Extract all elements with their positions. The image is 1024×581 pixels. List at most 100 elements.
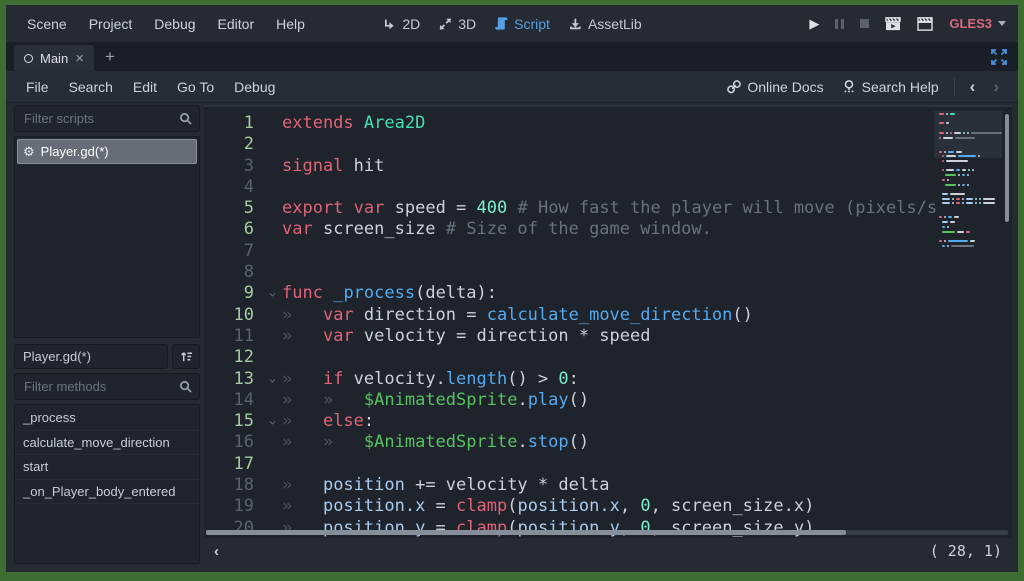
filter-methods-input[interactable] [22,378,179,395]
minimap[interactable] [937,111,999,261]
code-line[interactable]: 15›» else: [204,411,1012,432]
minimap-line-segment [954,216,959,218]
scene-tab-main[interactable]: Main × [14,45,94,71]
script-menu-edit[interactable]: Edit [123,79,167,95]
play-scene-button[interactable] [885,17,901,31]
workspace-script-button[interactable]: Script [485,16,559,32]
pause-button[interactable] [835,19,844,29]
code-line[interactable]: 18» position += velocity * delta [204,475,1012,496]
fold-spacer [262,347,282,368]
token: += velocity * delta [405,475,610,495]
code-lines[interactable]: 1extends Area2D23signal hit45export var … [204,107,1012,538]
code-line[interactable]: 19» position.x = clamp(position.x, 0, sc… [204,496,1012,517]
token: clamp [456,496,507,516]
script-menu-search[interactable]: Search [59,79,123,95]
code-line[interactable]: 14» » $AnimatedSprite.play() [204,390,1012,411]
token: func [282,283,323,303]
workspace-script-label: Script [514,16,550,32]
workspace-2d-button[interactable]: 2D [373,16,429,32]
line-number: 11 [204,326,262,347]
filter-methods-field[interactable] [14,373,200,400]
stop-button[interactable] [860,19,869,28]
code-line[interactable]: 17 [204,454,1012,475]
history-back-button[interactable]: ‹ [961,77,985,97]
code-line[interactable]: 2 [204,134,1012,155]
minimap-line-segment [955,137,975,139]
vertical-scrollbar[interactable] [1005,114,1009,222]
fold-icon[interactable]: › [262,369,282,390]
line-number: 13 [204,369,262,390]
token: 400 [477,198,508,218]
menu-editor[interactable]: Editor [207,16,266,32]
code-line[interactable]: 12 [204,347,1012,368]
code-line[interactable]: 5export var speed = 400 # How fast the p… [204,198,1012,219]
method-item-process[interactable]: _process [15,406,199,431]
method-item-calculate-move-direction[interactable]: calculate_move_direction [15,431,199,456]
workspace-3d-button[interactable]: 3D [429,16,485,32]
code-line[interactable]: 4 [204,177,1012,198]
script-menu-goto[interactable]: Go To [167,79,224,95]
code-line[interactable]: 10» var direction = calculate_move_direc… [204,305,1012,326]
script-menu-file[interactable]: File [16,79,59,95]
minimap-line-segment [972,169,974,171]
minimap-line-segment [939,216,942,218]
method-item-start[interactable]: start [15,455,199,480]
code-line[interactable]: 8 [204,262,1012,283]
method-item-on-player-body-entered[interactable]: _on_Player_body_entered [15,480,199,505]
code-line[interactable]: 9›func _process(delta): [204,283,1012,304]
fold-icon[interactable]: › [262,283,282,304]
scene-node-icon [24,54,33,63]
token: = [425,496,456,516]
filter-scripts-field[interactable] [14,105,200,132]
code-line[interactable]: 16» » $AnimatedSprite.stop() [204,432,1012,453]
code-line[interactable]: 3signal hit [204,156,1012,177]
code-text: » else: [282,411,1012,432]
workspace-3d-label: 3D [458,16,476,32]
code-line[interactable]: 1extends Area2D [204,113,1012,134]
minimap-line-segment [950,113,955,115]
code-line[interactable]: 11» var velocity = direction * speed [204,326,1012,347]
menu-debug[interactable]: Debug [143,16,206,32]
horizontal-scrollbar[interactable] [206,530,846,535]
minimap-line-segment [945,174,956,176]
script-menu-debug[interactable]: Debug [224,79,285,95]
2d-icon [382,17,396,31]
workspace-assetlib-button[interactable]: AssetLib [559,16,651,32]
token: velocity = direction * speed [354,326,651,346]
history-forward-button[interactable]: › [984,77,1008,97]
token: : [364,411,374,431]
search-help-button[interactable]: Search Help [833,79,948,95]
minimap-line-segment [957,231,965,233]
code-line[interactable]: 6var screen_size # Size of the game wind… [204,219,1012,240]
minimap-line-segment [945,184,956,186]
close-icon[interactable]: × [75,51,84,66]
distraction-free-mode-button[interactable] [991,49,1007,65]
token: calculate_move_direction [487,305,733,325]
fold-spacer [262,219,282,240]
token: _process [333,283,415,303]
minimap-line-segment [979,198,981,200]
code-line[interactable]: 7 [204,241,1012,262]
script-item-label: Player.gd(*) [41,144,109,159]
code-editor[interactable]: 1extends Area2D23signal hit45export var … [204,105,1012,564]
filter-scripts-input[interactable] [22,110,179,127]
fold-spacer [262,156,282,177]
minimap-line-segment [970,240,975,242]
play-custom-scene-button[interactable] [917,17,933,31]
menu-help[interactable]: Help [265,16,316,32]
line-number: 15 [204,411,262,432]
menu-project[interactable]: Project [78,16,144,32]
search-help-label: Search Help [862,79,939,95]
video-driver-select[interactable]: GLES3 [949,16,1006,31]
toggle-scripts-panel-button[interactable]: ‹ [214,543,219,560]
line-number: 7 [204,241,262,262]
script-list-item-player[interactable]: ⚙ Player.gd(*) [17,139,197,164]
add-scene-tab-button[interactable]: + [94,47,126,67]
online-docs-button[interactable]: Online Docs [718,79,832,95]
fold-icon[interactable]: › [262,411,282,432]
menu-scene[interactable]: Scene [16,16,78,32]
code-line[interactable]: 13›» if velocity.length() > 0: [204,369,1012,390]
token: hit [343,156,384,176]
play-button[interactable]: ▶ [809,16,819,32]
sort-methods-button[interactable] [172,344,200,369]
